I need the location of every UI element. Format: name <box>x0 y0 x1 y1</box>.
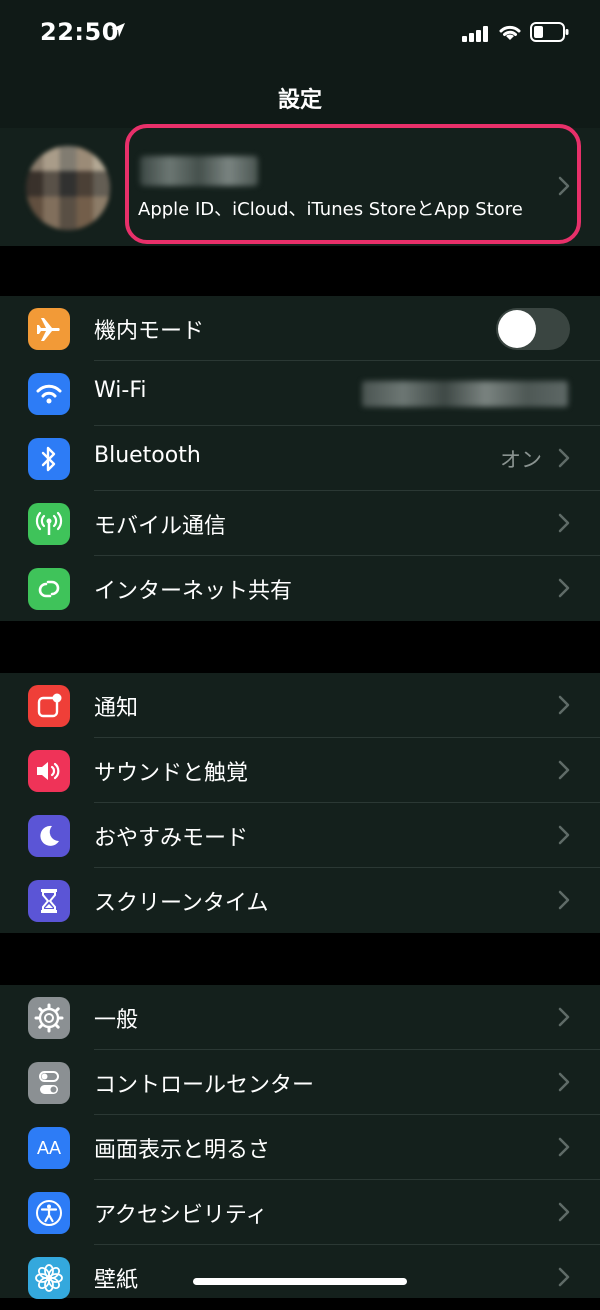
chevron-right-icon <box>558 1267 570 1287</box>
chevron-right-icon <box>558 1007 570 1027</box>
chevron-right-icon <box>558 1072 570 1092</box>
row-label: 一般 <box>94 1008 139 1033</box>
row-mobile-data[interactable]: モバイル通信 <box>0 491 600 556</box>
row-label: 機内モード <box>94 319 205 344</box>
row-label: インターネット共有 <box>94 579 293 604</box>
bluetooth-icon <box>28 438 70 480</box>
airplane-mode-toggle[interactable] <box>496 308 570 350</box>
home-indicator[interactable] <box>193 1278 407 1285</box>
accessibility-icon <box>28 1192 70 1234</box>
row-personal-hotspot[interactable]: インターネット共有 <box>0 556 600 621</box>
wifi-status-icon <box>499 25 521 40</box>
row-label: アクセシビリティ <box>94 1203 268 1228</box>
row-general[interactable]: 一般 <box>0 985 600 1050</box>
row-screen-time[interactable]: スクリーンタイム <box>0 868 600 933</box>
chevron-right-icon <box>558 578 570 598</box>
row-label: モバイル通信 <box>94 514 227 539</box>
chevron-right-icon <box>558 825 570 845</box>
status-bar: 22:50 <box>0 0 600 66</box>
row-do-not-disturb[interactable]: おやすみモード <box>0 803 600 868</box>
wifi-network-name-blurred <box>362 381 568 407</box>
row-label: 壁紙 <box>94 1268 139 1293</box>
row-bluetooth[interactable]: Bluetooth オン <box>0 426 600 491</box>
row-wifi[interactable]: Wi-Fi <box>0 361 600 426</box>
chevron-right-icon <box>558 448 570 468</box>
chevron-right-icon <box>558 760 570 780</box>
flower-icon <box>28 1257 70 1299</box>
highlight-annotation <box>125 124 581 244</box>
row-label: Wi-Fi <box>94 378 147 403</box>
row-sounds-haptics[interactable]: サウンドと触覚 <box>0 738 600 803</box>
chevron-right-icon <box>558 695 570 715</box>
chevron-right-icon <box>558 1202 570 1222</box>
row-label: サウンドと触覚 <box>94 761 249 786</box>
antenna-icon <box>28 503 70 545</box>
airplane-icon <box>28 308 70 350</box>
navigation-bar: 設定 <box>0 66 600 128</box>
row-label: 画面表示と明るさ <box>94 1138 271 1163</box>
avatar <box>26 146 110 230</box>
location-arrow-icon <box>111 23 125 37</box>
bluetooth-status-value: オン <box>500 448 542 472</box>
row-label: Bluetooth <box>94 443 201 468</box>
row-label: スクリーンタイム <box>94 891 269 916</box>
status-time: 22:50 <box>40 18 119 46</box>
link-icon <box>28 568 70 610</box>
text-size-glyph: AA <box>36 1137 61 1158</box>
row-display-brightness[interactable]: AA 画面表示と明るさ <box>0 1115 600 1180</box>
row-accessibility[interactable]: アクセシビリティ <box>0 1180 600 1245</box>
text-size-icon: AA <box>28 1127 70 1169</box>
settings-group-connectivity: 機内モード Wi-Fi Bluetooth オン モバイル通信 インターネット共… <box>0 296 600 621</box>
settings-group-general: 一般 コントロールセンター AA 画面表示と明るさ アクセシビリティ 壁紙 <box>0 985 600 1299</box>
wifi-icon <box>28 373 70 415</box>
row-notifications[interactable]: 通知 <box>0 673 600 738</box>
switches-icon <box>28 1062 70 1104</box>
row-airplane-mode[interactable]: 機内モード <box>0 296 600 361</box>
row-label: おやすみモード <box>94 826 249 851</box>
chevron-right-icon <box>558 1137 570 1157</box>
hourglass-icon <box>28 880 70 922</box>
speaker-icon <box>28 750 70 792</box>
row-label: コントロールセンター <box>94 1073 315 1098</box>
gear-icon <box>28 997 70 1039</box>
page-title: 設定 <box>277 88 322 113</box>
chevron-right-icon <box>558 513 570 533</box>
settings-group-notifications: 通知 サウンドと触覚 おやすみモード スクリーンタイム <box>0 673 600 933</box>
row-control-center[interactable]: コントロールセンター <box>0 1050 600 1115</box>
chevron-right-icon <box>558 890 570 910</box>
cellular-signal-icon <box>462 26 488 42</box>
moon-icon <box>28 815 70 857</box>
row-label: 通知 <box>94 696 139 721</box>
battery-icon <box>530 22 569 42</box>
notification-icon <box>28 685 70 727</box>
